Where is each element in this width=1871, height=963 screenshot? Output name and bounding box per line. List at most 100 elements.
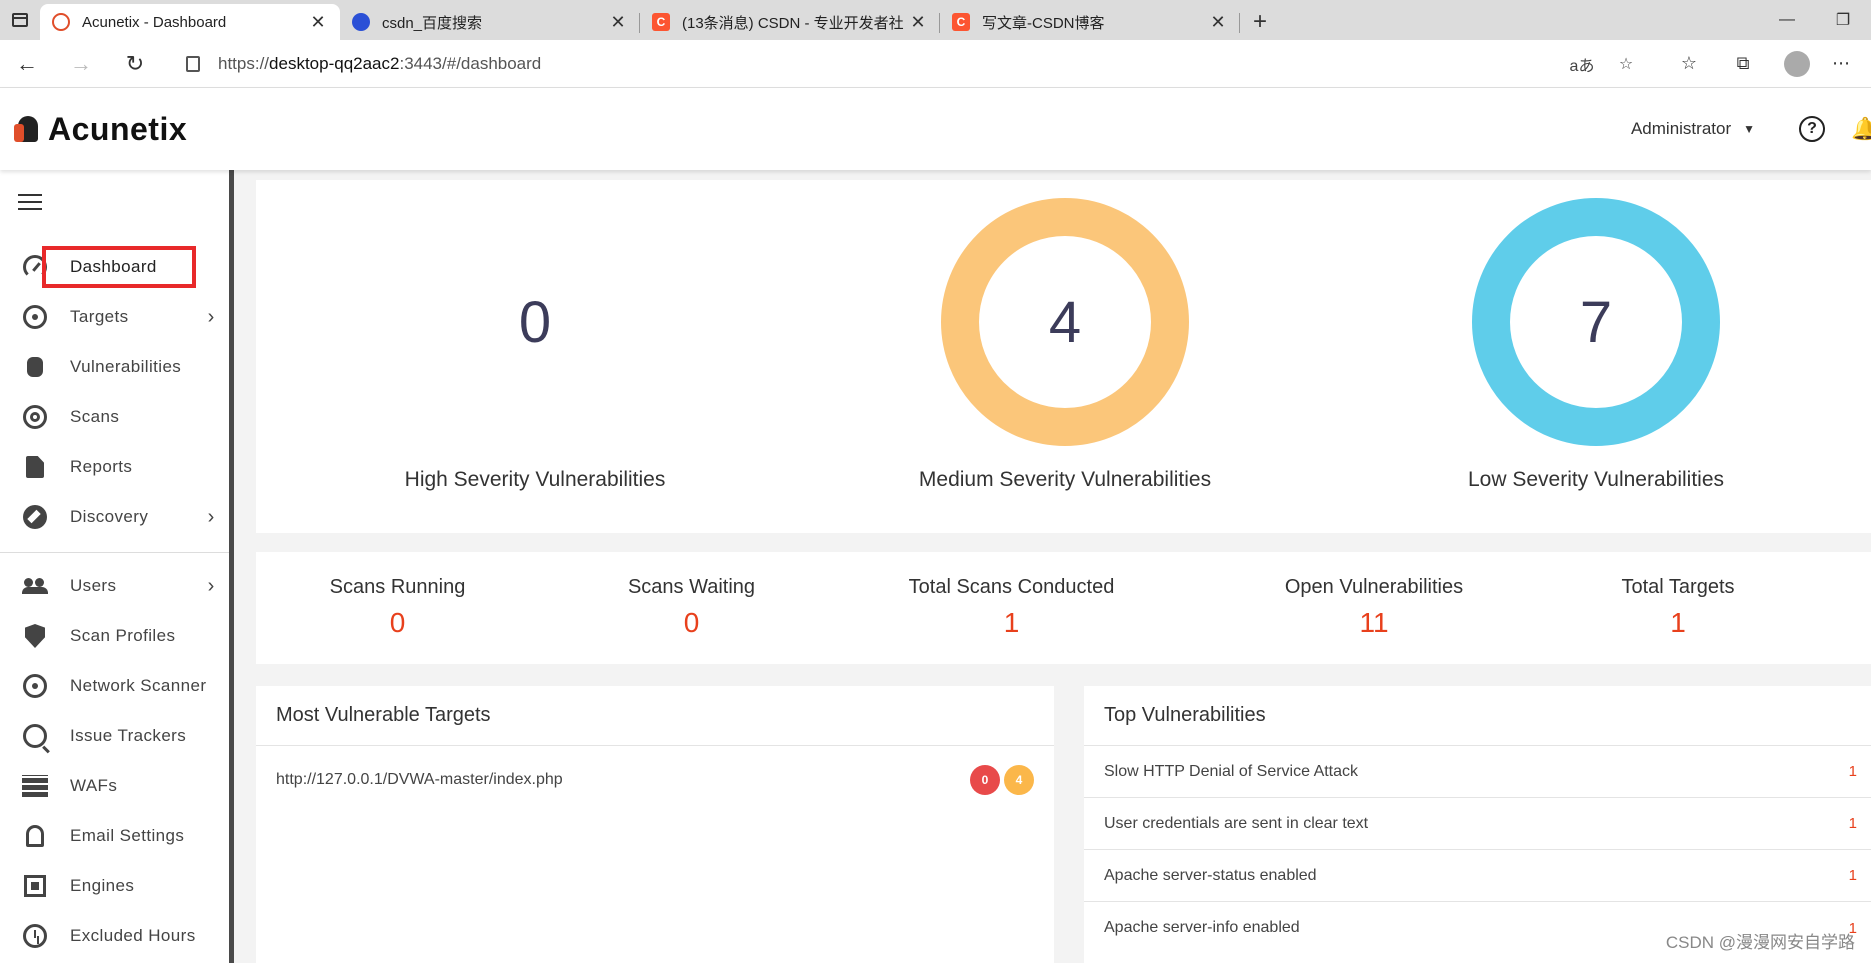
sidebar-scrollbar[interactable]	[229, 170, 234, 963]
high-severity-count: 0	[518, 289, 552, 355]
minimize-icon[interactable]: —	[1759, 0, 1815, 40]
most-vulnerable-targets-card: Most Vulnerable Targets http://127.0.0.1…	[256, 686, 1054, 963]
close-icon[interactable]: ✕	[608, 12, 628, 33]
list-item[interactable]: Slow HTTP Denial of Service Attack 1	[1084, 746, 1871, 798]
stat-scans-waiting[interactable]: Scans Waiting 0	[539, 552, 844, 664]
document-icon	[26, 456, 44, 478]
stat-value: 0	[683, 607, 700, 638]
notification-bell-icon[interactable]: 🔔	[1851, 116, 1871, 142]
window-menu-icon[interactable]	[0, 0, 40, 40]
vulnerability-count: 1	[1848, 763, 1857, 780]
medium-count-badge: 4	[1004, 765, 1034, 795]
csdn-icon: C	[952, 13, 970, 31]
help-icon[interactable]: ?	[1799, 116, 1825, 142]
menu-toggle-icon[interactable]	[18, 194, 42, 215]
scan-stats-card: Scans Running 0 Scans Waiting 0 Total Sc…	[256, 552, 1871, 664]
sidebar-item-label: WAFs	[70, 776, 118, 795]
highlight-box	[42, 246, 196, 288]
low-severity-ring: 7	[1472, 198, 1720, 446]
stat-label: Open Vulnerabilities	[1284, 576, 1464, 598]
sidebar-item-label: Issue Trackers	[70, 726, 187, 745]
compass-icon	[23, 505, 47, 529]
refresh-icon[interactable]: ↻	[108, 40, 162, 88]
sidebar-item-excluded-hours[interactable]: Excluded Hours	[0, 911, 229, 961]
window-controls: — ❐	[1759, 0, 1871, 40]
stat-total-targets[interactable]: Total Targets 1	[1569, 552, 1787, 664]
network-icon	[23, 674, 47, 698]
list-item[interactable]: Apache server-status enabled 1	[1084, 850, 1871, 902]
tab-label: (13条消息) CSDN - 专业开发者社	[682, 14, 904, 32]
list-item[interactable]: User credentials are sent in clear text …	[1084, 798, 1871, 850]
new-tab-button[interactable]: +	[1240, 4, 1280, 40]
chevron-right-icon: ›	[207, 574, 215, 597]
forward-icon[interactable]: →	[54, 40, 108, 88]
address-bar-row: ← → ↻ https://desktop-qq2aac2:3443/#/das…	[0, 40, 1871, 88]
url-text[interactable]: https://desktop-qq2aac2:3443/#/dashboard	[218, 54, 1560, 74]
stat-open-vulnerabilities[interactable]: Open Vulnerabilities 11	[1179, 552, 1569, 664]
close-icon[interactable]: ✕	[908, 12, 928, 33]
vulnerability-name[interactable]: Slow HTTP Denial of Service Attack	[1104, 763, 1827, 781]
favorites-icon[interactable]: ☆	[1662, 40, 1716, 88]
vulnerability-name[interactable]: User credentials are sent in clear text	[1104, 815, 1827, 833]
stat-label: Total Targets	[1621, 576, 1735, 598]
user-name: Administrator	[1630, 119, 1732, 138]
sidebar-item-targets[interactable]: Targets ›	[0, 292, 229, 342]
browser-tab-acunetix[interactable]: Acunetix - Dashboard ✕	[40, 4, 340, 40]
stat-total-scans[interactable]: Total Scans Conducted 1	[844, 552, 1179, 664]
card-title: Top Vulnerabilities	[1084, 686, 1871, 746]
target-url[interactable]: http://127.0.0.1/DVWA-master/index.php	[276, 771, 966, 789]
chevron-right-icon: ›	[207, 505, 215, 528]
acunetix-logo[interactable]: Acunetix	[14, 111, 187, 148]
sidebar-item-scan-profiles[interactable]: Scan Profiles	[0, 611, 229, 661]
favorite-add-icon[interactable]: ☆	[1604, 54, 1648, 74]
stat-label: Scans Waiting	[627, 576, 756, 598]
more-icon[interactable]: ⋯	[1824, 40, 1858, 88]
sidebar-item-label: Scans	[70, 407, 120, 426]
stat-value: 1	[1670, 607, 1686, 638]
browser-tab-csdn[interactable]: C (13条消息) CSDN - 专业开发者社 ✕	[640, 4, 940, 40]
bell-icon	[26, 825, 44, 847]
read-aloud-icon[interactable]: aあ	[1560, 52, 1604, 76]
sidebar-item-vulnerabilities[interactable]: Vulnerabilities	[0, 342, 229, 392]
stat-value: 11	[1359, 607, 1389, 638]
sidebar-item-reports[interactable]: Reports	[0, 442, 229, 492]
bug-icon	[27, 357, 43, 377]
vulnerability-name[interactable]: Apache server-status enabled	[1104, 867, 1827, 885]
csdn-icon: C	[652, 13, 670, 31]
users-icon	[22, 578, 48, 594]
sidebar-item-network-scanner[interactable]: Network Scanner	[0, 661, 229, 711]
stat-scans-running[interactable]: Scans Running 0	[256, 552, 539, 664]
sidebar-item-wafs[interactable]: WAFs	[0, 761, 229, 811]
sidebar-item-email-settings[interactable]: Email Settings	[0, 811, 229, 861]
issue-icon	[23, 724, 47, 748]
sidebar-item-label: Email Settings	[70, 826, 185, 845]
sidebar-item-discovery[interactable]: Discovery ›	[0, 492, 229, 542]
sidebar-item-engines[interactable]: Engines	[0, 861, 229, 911]
close-icon[interactable]: ✕	[308, 12, 328, 33]
sidebar-item-scans[interactable]: Scans	[0, 392, 229, 442]
collections-icon[interactable]: ⧉	[1716, 40, 1770, 88]
baidu-icon	[352, 13, 370, 31]
medium-severity-widget[interactable]: 4 Medium Severity Vulnerabilities	[805, 180, 1325, 533]
stat-label: Total Scans Conducted	[908, 576, 1115, 598]
address-bar[interactable]: https://desktop-qq2aac2:3443/#/dashboard…	[172, 45, 1662, 82]
low-severity-widget[interactable]: 7 Low Severity Vulnerabilities	[1336, 180, 1856, 533]
sidebar-item-label: Network Scanner	[70, 676, 207, 695]
sidebar-item-users[interactable]: Users ›	[0, 561, 229, 611]
sidebar-item-issue-trackers[interactable]: Issue Trackers	[0, 711, 229, 761]
chevron-right-icon: ›	[207, 305, 215, 328]
top-vulnerabilities-card: Top Vulnerabilities Slow HTTP Denial of …	[1084, 686, 1871, 963]
high-severity-widget[interactable]: 0 High Severity Vulnerabilities	[275, 180, 795, 533]
brand-name: Acunetix	[48, 110, 188, 147]
lock-icon[interactable]	[186, 55, 200, 72]
profile-icon[interactable]	[1770, 40, 1824, 88]
restore-icon[interactable]: ❐	[1815, 0, 1871, 40]
sidebar-item-label: Reports	[70, 457, 133, 476]
list-item[interactable]: http://127.0.0.1/DVWA-master/index.php 0…	[256, 746, 1054, 814]
user-menu[interactable]: Administrator ▼	[1631, 119, 1755, 139]
back-icon[interactable]: ←	[0, 40, 54, 88]
browser-tab-csdn-write[interactable]: C 写文章-CSDN博客 ✕	[940, 4, 1240, 40]
watermark: CSDN @漫漫网安自学路	[1665, 933, 1855, 952]
browser-tab-baidu[interactable]: csdn_百度搜索 ✕	[340, 4, 640, 40]
close-icon[interactable]: ✕	[1208, 12, 1228, 33]
